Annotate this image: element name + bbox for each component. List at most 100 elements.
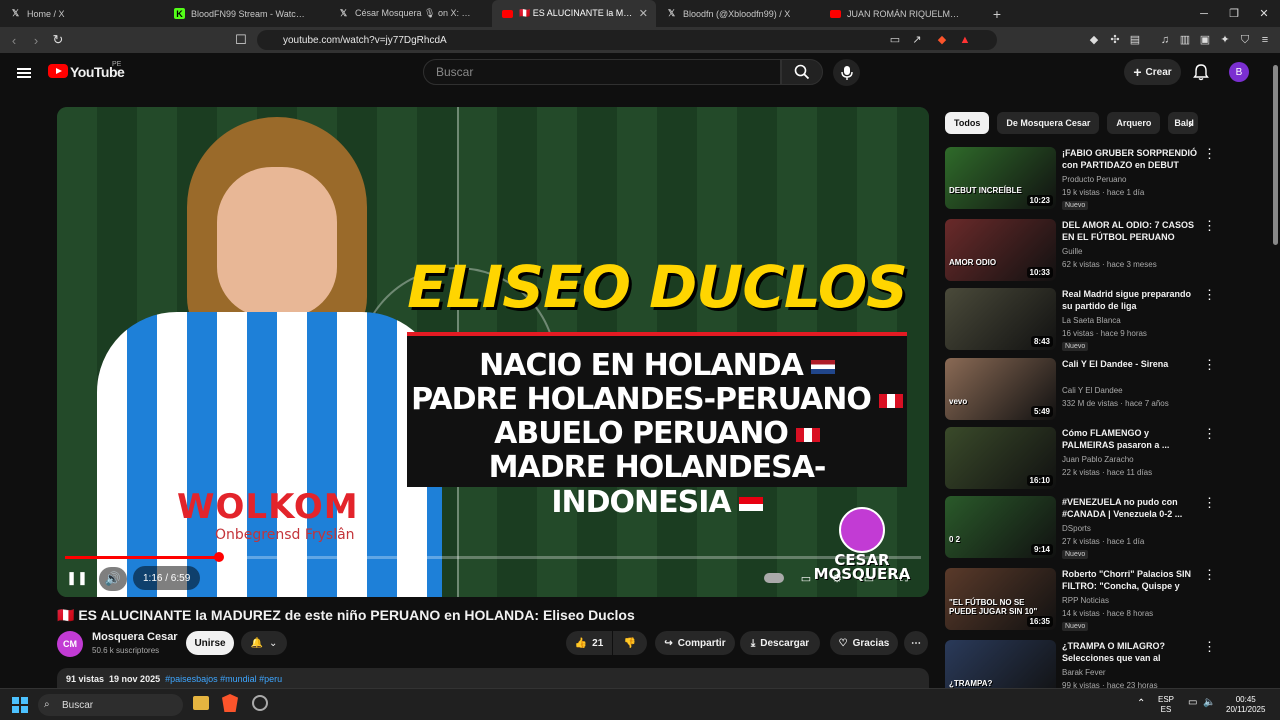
notifications-button[interactable] bbox=[1192, 63, 1210, 81]
video-thumbnail[interactable]: 0 2 9:14 bbox=[945, 496, 1056, 558]
video-thumbnail[interactable]: 16:10 bbox=[945, 427, 1056, 489]
wallet-icon[interactable]: ▣ bbox=[1198, 33, 1212, 47]
recommended-title[interactable]: Roberto "Chorri" Palacios SIN FILTRO: "C… bbox=[1062, 568, 1197, 592]
more-options-icon[interactable]: ⋮ bbox=[1203, 358, 1216, 371]
more-options-icon[interactable]: ⋮ bbox=[1203, 640, 1216, 653]
more-options-icon[interactable]: ⋮ bbox=[1203, 496, 1216, 509]
brave-shields-icon[interactable]: ◆ bbox=[935, 33, 949, 47]
create-button[interactable]: + Crear bbox=[1124, 59, 1181, 85]
account-avatar[interactable]: B bbox=[1229, 62, 1249, 82]
fullscreen-button[interactable]: ⛶ bbox=[892, 567, 916, 589]
settings-button[interactable]: ⚙ bbox=[825, 567, 849, 589]
bookmark-icon[interactable]: ☐ bbox=[230, 32, 252, 48]
youtube-logo-icon[interactable] bbox=[48, 64, 68, 78]
dislike-button[interactable]: 👎 bbox=[613, 631, 647, 655]
recommended-video[interactable]: 0 2 9:14 #VENEZUELA no pudo con #CANADA | … bbox=[945, 496, 1263, 560]
taskbar-search[interactable]: Buscar bbox=[38, 694, 183, 716]
recommended-title[interactable]: Real Madrid sigue preparando su partido … bbox=[1062, 288, 1197, 312]
recommended-video[interactable]: "EL FÚTBOL NO SE PUEDE JUGAR SIN 10" 16:3… bbox=[945, 568, 1263, 632]
recommended-channel[interactable]: La Saeta Blanca bbox=[1062, 316, 1121, 325]
recommended-channel[interactable]: Producto Peruano bbox=[1062, 175, 1127, 184]
like-button[interactable]: 👍 21 bbox=[566, 631, 612, 655]
chip-arquero[interactable]: Arquero bbox=[1107, 112, 1161, 134]
more-options-icon[interactable]: ⋮ bbox=[1203, 147, 1216, 160]
search-button[interactable] bbox=[781, 59, 823, 85]
speaker-icon[interactable]: 🔈 bbox=[1203, 698, 1215, 708]
url-field[interactable]: youtube.com/watch?v=jy77DgRhcdA bbox=[257, 30, 997, 50]
scrollbar-thumb[interactable] bbox=[1273, 65, 1278, 245]
recommended-channel[interactable]: Barak Fever bbox=[1062, 668, 1106, 677]
video-thumbnail[interactable]: DEBUT INCREÍBLE 10:23 bbox=[945, 147, 1056, 209]
panel-icon[interactable]: ▥ bbox=[1178, 33, 1192, 47]
recommended-video[interactable]: vevo 5:49 Cali Y El Dandee - Sirena Cali Y … bbox=[945, 358, 1263, 422]
subtitles-button[interactable]: ▭ bbox=[794, 567, 818, 589]
browser-tab-riquelme[interactable]: JUAN ROMÁN RIQUELME EN ENFOQUE bbox=[820, 0, 984, 27]
recommended-title[interactable]: #VENEZUELA no pudo con #CANADA | Venezue… bbox=[1062, 496, 1197, 520]
recommended-channel[interactable]: DSports bbox=[1062, 524, 1091, 533]
video-player[interactable]: WOLKOM Onbegrensd Fryslân ELISEO DUCLOS … bbox=[57, 107, 929, 597]
hashtags[interactable]: #paisesbajos #mundial #peru bbox=[165, 674, 282, 684]
theater-mode-button[interactable]: ▭ bbox=[857, 567, 881, 589]
recommended-video[interactable]: 8:43 Real Madrid sigue preparando su part… bbox=[945, 288, 1263, 352]
menu-icon[interactable]: ≡ bbox=[1258, 33, 1272, 47]
subscription-bell-button[interactable]: 🔔 ⌄ bbox=[241, 631, 287, 655]
recommended-video[interactable]: 16:10 Cómo FLAMENGO y PALMEIRAS pasaron a… bbox=[945, 427, 1263, 491]
sidebar-icon[interactable]: ▤ bbox=[1128, 33, 1142, 47]
vpn-icon[interactable]: ⛉ bbox=[1238, 33, 1252, 47]
browser-tab-cesar-x[interactable]: 𝕏César Mosquera 🎙 on X: "🇵🇪 OJO: Eliseo … bbox=[328, 0, 492, 27]
forward-button[interactable]: › bbox=[25, 33, 47, 48]
more-actions-button[interactable]: ⋯ bbox=[904, 631, 928, 655]
file-explorer-icon[interactable] bbox=[193, 696, 209, 710]
app-icon[interactable] bbox=[252, 695, 268, 711]
more-options-icon[interactable]: ⋮ bbox=[1203, 427, 1216, 440]
chip-de-mosquera[interactable]: De Mosquera Cesar bbox=[997, 112, 1100, 134]
minimize-button[interactable]: ─ bbox=[1188, 0, 1220, 27]
music-icon[interactable]: ♫ bbox=[1158, 33, 1172, 47]
brave-browser-icon[interactable] bbox=[222, 694, 238, 712]
recommended-title[interactable]: Cali Y El Dandee - Sirena bbox=[1062, 358, 1197, 370]
progress-bar[interactable] bbox=[65, 552, 921, 562]
share-button[interactable]: ↪ Compartir bbox=[655, 631, 735, 655]
language-indicator[interactable]: ESP ES bbox=[1158, 695, 1174, 715]
restore-button[interactable]: ❐ bbox=[1218, 0, 1250, 27]
extension-icon[interactable]: ◆ bbox=[1087, 33, 1101, 47]
browser-tab-youtube-active[interactable]: 🇵🇪 ES ALUCINANTE la MADUREZ✕ bbox=[492, 0, 656, 27]
voice-search-button[interactable] bbox=[833, 59, 860, 86]
close-window-button[interactable]: ✕ bbox=[1248, 0, 1280, 27]
join-button[interactable]: Unirse bbox=[186, 631, 234, 655]
brave-rewards-icon[interactable]: ▲ bbox=[958, 33, 972, 47]
search-input[interactable]: Buscar bbox=[423, 59, 781, 85]
recommended-video[interactable]: DEBUT INCREÍBLE 10:23 ¡FABIO GRUBER SORPRE… bbox=[945, 147, 1263, 211]
thanks-button[interactable]: ♡ Gracias bbox=[830, 631, 898, 655]
chip-todos[interactable]: Todos bbox=[945, 112, 990, 134]
mute-button[interactable]: 🔊 bbox=[99, 567, 127, 591]
recommended-channel[interactable]: Cali Y El Dandee bbox=[1062, 386, 1123, 395]
leo-ai-icon[interactable]: ✦ bbox=[1218, 33, 1232, 47]
clock[interactable]: 00:45 20/11/2025 bbox=[1226, 695, 1265, 715]
network-icon[interactable]: ▭ bbox=[1188, 698, 1197, 708]
download-button[interactable]: ⤓ Descargar bbox=[740, 631, 820, 655]
chip-bald[interactable]: Bald bbox=[1168, 112, 1199, 134]
new-tab-button[interactable]: + bbox=[984, 6, 1010, 22]
recommended-channel[interactable]: Guille bbox=[1062, 247, 1082, 256]
video-thumbnail[interactable]: AMOR ODIO 10:33 bbox=[945, 219, 1056, 281]
video-thumbnail[interactable]: 8:43 bbox=[945, 288, 1056, 350]
recommended-title[interactable]: DEL AMOR AL ODIO: 7 CASOS EN EL FÚTBOL P… bbox=[1062, 219, 1197, 243]
video-thumbnail[interactable]: "EL FÚTBOL NO SE PUEDE JUGAR SIN 10" 16:3… bbox=[945, 568, 1056, 630]
channel-name[interactable]: Mosquera Cesar bbox=[92, 631, 178, 643]
chevron-up-icon[interactable]: ⌃ bbox=[1137, 699, 1145, 709]
page-scrollbar[interactable] bbox=[1270, 53, 1280, 688]
windows-start-icon[interactable] bbox=[12, 697, 28, 713]
browser-tab-home-x[interactable]: 𝕏 Home / X bbox=[0, 0, 164, 27]
close-tab-icon[interactable]: ✕ bbox=[639, 7, 648, 20]
share-page-icon[interactable]: ↗ bbox=[910, 33, 924, 47]
autoplay-toggle[interactable] bbox=[762, 567, 786, 589]
hamburger-menu-icon[interactable] bbox=[17, 68, 31, 78]
recommended-title[interactable]: Cómo FLAMENGO y PALMEIRAS pasaron a ... bbox=[1062, 427, 1197, 451]
channel-avatar[interactable]: CM bbox=[57, 631, 83, 657]
pause-button[interactable]: ❚❚ bbox=[65, 567, 89, 589]
recommended-title[interactable]: ¡FABIO GRUBER SORPRENDIÓ con PARTIDAZO e… bbox=[1062, 147, 1197, 171]
more-options-icon[interactable]: ⋮ bbox=[1203, 219, 1216, 232]
more-options-icon[interactable]: ⋮ bbox=[1203, 568, 1216, 581]
recommended-channel[interactable]: RPP Noticias bbox=[1062, 596, 1109, 605]
